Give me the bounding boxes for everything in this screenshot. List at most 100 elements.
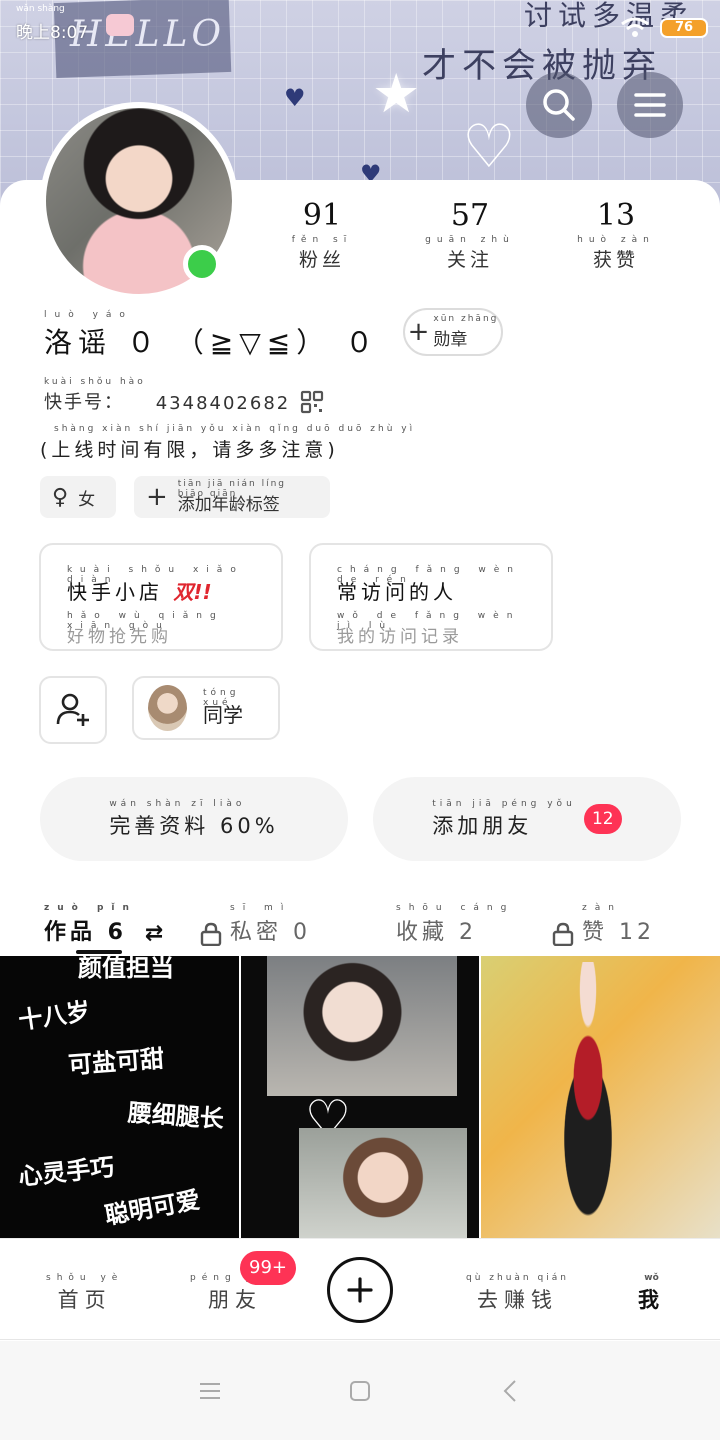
back-button[interactable]	[496, 1377, 524, 1405]
shop-subtitle: 好物抢先购	[67, 627, 172, 647]
user-id-label-pinyin: kuài shǒu hào	[44, 377, 146, 387]
home-button[interactable]	[346, 1377, 374, 1405]
likes-received-stat[interactable]: 13 huò zàn 获赞	[566, 198, 666, 272]
followers-stat[interactable]: 91 fěn sī 粉丝	[272, 198, 372, 272]
add-friends-pinyin: tiān jiā péng yǒu	[432, 798, 576, 809]
likes-received-label: 获赞	[592, 249, 639, 271]
video-thumbnail[interactable]	[481, 956, 720, 1238]
battery-indicator: 76	[660, 18, 708, 38]
video-caption-line: 十八岁	[16, 996, 92, 1035]
qr-code-icon[interactable]	[300, 390, 324, 414]
double-sale-badge: 双!!	[173, 580, 212, 604]
video-grid: 颜值担当 十八岁 可盐可甜 腰细腿长 心灵手巧 聪明可爱 ♡	[0, 956, 720, 1238]
visitors-title-pinyin: cháng fǎng wèn de rén	[337, 565, 522, 585]
tab-favorites-label: 收藏 2	[396, 920, 477, 945]
classmate-avatar	[148, 685, 188, 731]
tab-likes[interactable]: zàn 赞 12	[552, 896, 655, 946]
menu-button[interactable]	[617, 72, 683, 138]
visitors-subtitle-pinyin: wǒ de fǎng wèn jì lù	[337, 611, 521, 631]
female-icon: ♀	[52, 484, 69, 510]
nav-home[interactable]: shǒu yè 首页	[46, 1273, 123, 1314]
complete-profile-button[interactable]: wán shàn zī liào 完善资料 60%	[40, 777, 348, 861]
active-tab-indicator	[76, 950, 122, 954]
following-stat[interactable]: 57 guān zhù 关注	[420, 198, 520, 272]
add-friends-count-badge: 12	[583, 804, 622, 834]
home-square-icon	[350, 1381, 370, 1401]
online-status-indicator	[183, 245, 221, 283]
tab-works[interactable]: zuò pǐn 作品 6 ⇄	[44, 896, 167, 946]
tab-private-label: 私密 0	[230, 920, 311, 945]
tab-private[interactable]: sī mì 私密 0	[200, 896, 311, 946]
add-age-tag-button[interactable]: + tiān jiā nián líng biāo qiān 添加年龄标签	[134, 476, 330, 518]
classmates-button[interactable]: tóng xué 同学	[132, 676, 280, 740]
shop-title-pinyin: kuài shǒu xiǎo diàn	[67, 565, 244, 585]
nickname: luò yáo 洛谣 ０ （≧▽≦） ０	[44, 310, 379, 361]
profile-bio: shàng xiàn shí jiān yǒu xiàn qǐng duō du…	[40, 424, 415, 462]
nav-earn-label: 去赚钱	[476, 1288, 558, 1312]
medal-label-pinyin: xūn zhāng	[433, 314, 499, 324]
followers-label-pinyin: fěn sī	[291, 235, 353, 245]
nickname-text: 洛谣 ０ （≧▽≦） ０	[44, 326, 380, 359]
followers-count: 91	[302, 198, 342, 233]
complete-profile-pinyin: wán shàn zī liào	[109, 798, 246, 809]
video-photo	[266, 956, 457, 1096]
following-count: 57	[450, 198, 490, 233]
frequent-visitors-card[interactable]: cháng fǎng wèn de rén 常访问的人 wǒ de fǎng w…	[309, 543, 553, 651]
nav-me-pinyin: wǒ	[644, 1273, 659, 1283]
tab-favorites-pinyin: shōu cáng	[396, 903, 515, 913]
classmate-pinyin: tóng xué	[203, 688, 240, 708]
recent-apps-button[interactable]	[196, 1377, 224, 1405]
video-photo	[298, 1128, 467, 1238]
system-navigation-bar	[0, 1341, 720, 1440]
user-id-row[interactable]: kuài shǒu hào 快手号： 4348402682	[44, 377, 324, 414]
following-label-pinyin: guān zhù	[425, 235, 515, 245]
nav-me-label: 我	[638, 1288, 665, 1312]
nav-home-label: 首页	[57, 1288, 112, 1312]
tab-favorites[interactable]: shōu cáng 收藏 2	[396, 896, 514, 946]
bio-pinyin: shàng xiàn shí jiān yǒu xiàn qǐng duō du…	[54, 424, 416, 434]
plus-icon: +	[146, 482, 168, 512]
nav-earn-money[interactable]: qù zhuàn qián 去赚钱	[466, 1273, 569, 1314]
back-chevron-icon	[503, 1380, 516, 1402]
tab-likes-pinyin: zàn	[582, 903, 622, 913]
user-id-label: 快手号：	[44, 392, 124, 413]
video-character	[533, 962, 644, 1238]
video-thumbnail[interactable]: ♡	[240, 956, 480, 1238]
wifi-icon	[621, 17, 649, 37]
nav-me[interactable]: wǒ 我	[638, 1273, 665, 1314]
nav-earn-pinyin: qù zhuàn qián	[466, 1273, 569, 1283]
notification-app-icon	[106, 14, 134, 36]
followers-label: 粉丝	[298, 249, 345, 271]
star-icon: ★	[372, 62, 421, 125]
likes-received-count: 13	[596, 198, 636, 233]
nav-friends-label: 朋友	[208, 1288, 263, 1312]
switch-order-icon[interactable]: ⇄	[145, 921, 167, 946]
plus-icon	[347, 1277, 373, 1303]
user-id-value: 4348402682	[155, 393, 291, 414]
following-label: 关注	[446, 249, 493, 271]
heart-outline-icon: ♡	[462, 112, 516, 182]
medal-button[interactable]: + xūn zhāng 勋章	[403, 308, 503, 356]
kuaishou-shop-card[interactable]: kuài shǒu xiǎo diàn 快手小店 双!! hǎo wù qiǎn…	[39, 543, 283, 651]
tab-works-pinyin: zuò pǐn	[44, 903, 137, 913]
gender-tag[interactable]: ♀ 女	[40, 476, 116, 518]
nav-home-pinyin: shǒu yè	[46, 1273, 124, 1283]
video-caption-line: 可盐可甜	[67, 1043, 166, 1080]
video-caption-line: 颜值担当	[78, 956, 174, 982]
shop-title: 快手小店	[67, 580, 163, 604]
recent-apps-icon	[200, 1383, 220, 1399]
video-thumbnail[interactable]: 颜值担当 十八岁 可盐可甜 腰细腿长 心灵手巧 聪明可爱	[0, 956, 239, 1238]
bottom-navigation: shǒu yè 首页 péng yǒu 朋友 99+ qù zhuàn qián…	[0, 1238, 720, 1340]
lock-icon	[552, 922, 574, 946]
classmate-label: 同学	[203, 703, 244, 727]
search-button[interactable]	[526, 72, 592, 138]
publish-button[interactable]	[327, 1257, 393, 1323]
video-caption-line: 聪明可爱	[102, 1184, 203, 1231]
add-friend-button[interactable]	[39, 676, 107, 744]
add-friends-button[interactable]: tiān jiā péng yǒu 添加朋友 12	[373, 777, 681, 861]
visitors-title: 常访问的人	[337, 580, 457, 604]
video-caption-line: 腰细腿长	[126, 1097, 225, 1134]
plus-icon: +	[407, 317, 430, 347]
search-icon	[543, 89, 575, 121]
hamburger-menu-icon	[634, 93, 666, 117]
